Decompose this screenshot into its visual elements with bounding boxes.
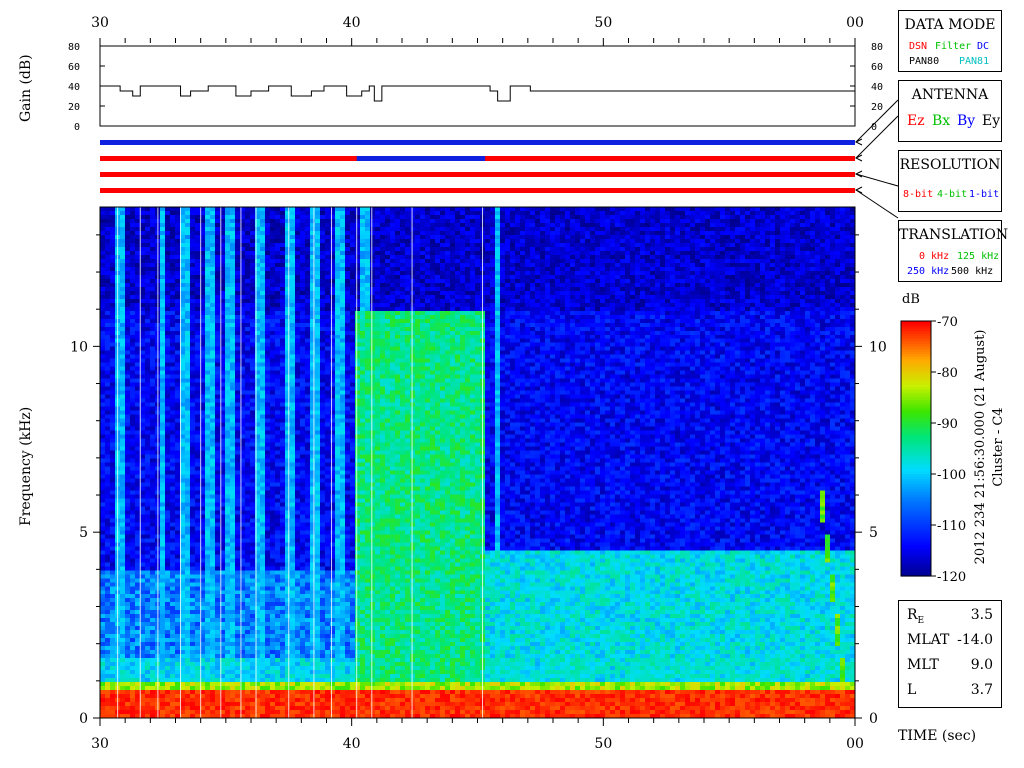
orbit-info-box: RE 3.5 MLAT -14.0 MLT 9.0 L 3.7 xyxy=(898,600,1002,708)
resolution-box: RESOLUTION 8-bit 4-bit 1-bit xyxy=(898,150,1002,212)
bit1-label: 1-bit xyxy=(969,189,1000,200)
spectrogram-image xyxy=(100,207,855,718)
freq-tick-label-right: 5 xyxy=(869,525,878,541)
spectrogram-panel: 0 05 510 1030 40 50 00 xyxy=(70,206,887,752)
legend-connector xyxy=(855,189,899,219)
l-label: L xyxy=(907,682,917,698)
freq-tick-label-right: 10 xyxy=(869,339,887,355)
dc-label: DC xyxy=(977,41,990,52)
pan81-label: PAN81 xyxy=(959,56,990,67)
antenna-bar-by-segment xyxy=(356,156,486,161)
gain-panel: 0 020 2040 4060 6080 80 xyxy=(68,42,883,133)
gain-tick-label-right: 60 xyxy=(871,62,883,73)
freq-tick-label-left: 5 xyxy=(79,525,88,541)
translation-bar xyxy=(100,188,855,193)
gain-ylabel: Gain (dB) xyxy=(18,54,34,122)
colorbar-tick-label: -90 xyxy=(937,417,958,432)
mlat-row: MLAT -14.0 xyxy=(907,632,993,652)
legend-connector-arrow xyxy=(854,154,863,162)
gain-tick-label-right: 40 xyxy=(871,82,883,93)
mlt-value: 9.0 xyxy=(970,657,993,673)
pan80-label: PAN80 xyxy=(909,56,940,67)
data-mode-bar xyxy=(100,140,855,145)
gain-tick-label-right: 20 xyxy=(871,102,883,113)
colorbar-tick-label: -80 xyxy=(937,366,958,381)
gain-tick-label-left: 40 xyxy=(68,82,80,93)
legend-connector-arrow xyxy=(854,138,863,146)
time-tick-label-top: 50 xyxy=(594,15,612,31)
data-mode-title: DATA MODE xyxy=(904,17,996,33)
time-tick-label-bottom: 50 xyxy=(594,736,612,752)
translation-title: TRANSLATION xyxy=(899,227,1009,243)
legend-connector-arrow xyxy=(854,170,863,178)
time-tick-label-bottom: 30 xyxy=(91,736,109,752)
caption-date: 2012 234 21:56:30.000 (21 August) xyxy=(973,329,988,565)
re-row: RE 3.5 xyxy=(907,607,993,627)
gain-tick-label-left: 20 xyxy=(68,102,80,113)
legend-connector xyxy=(855,173,899,187)
colorbar-unit: dB xyxy=(902,292,920,307)
k250-label: 250 kHz xyxy=(907,266,950,277)
mlat-label: MLAT xyxy=(907,632,950,648)
antenna-title: ANTENNA xyxy=(911,87,989,103)
time-tick-label-bottom: 40 xyxy=(343,736,361,752)
mlat-value: -14.0 xyxy=(957,632,993,648)
colorbar-tick-label: -110 xyxy=(937,519,966,534)
translation-box: TRANSLATION 0 kHz 125 kHz 250 kHz 500 kH… xyxy=(898,220,1009,282)
gain-tick-label-left: 80 xyxy=(68,42,80,53)
caption-spacecraft: Cluster - C4 xyxy=(991,407,1006,487)
ey-label: Ey xyxy=(982,113,1001,129)
resolution-bar xyxy=(100,172,855,177)
re-value: 3.5 xyxy=(970,607,993,623)
antenna-box: ANTENNA Ez Bx By Ey xyxy=(898,80,1002,142)
colorbar: -70 -80 -90 -100 -110 -120 xyxy=(900,315,966,585)
bx-label: Bx xyxy=(932,113,951,129)
by-label: By xyxy=(957,113,976,129)
gain-tick-label-left: 0 xyxy=(74,122,80,133)
frequency-ylabel: Frequency (kHz) xyxy=(18,406,34,526)
dsn-label: DSN xyxy=(909,41,928,52)
freq-tick-label-left: 10 xyxy=(70,339,88,355)
re-label: RE xyxy=(907,607,925,626)
caption: 2012 234 21:56:30.000 (21 August) Cluste… xyxy=(972,322,1008,572)
bit8-label: 8-bit xyxy=(903,189,934,200)
l-row: L 3.7 xyxy=(907,682,993,702)
l-value: 3.7 xyxy=(970,682,993,698)
freq-tick-label-left: 0 xyxy=(79,711,88,727)
k500-label: 500 kHz xyxy=(951,266,994,277)
gain-tick-label-left: 60 xyxy=(68,62,80,73)
time-tick-label-bottom: 00 xyxy=(846,736,864,752)
freq-tick-label-right: 0 xyxy=(869,711,878,727)
time-tick-label-top: 30 xyxy=(91,15,109,31)
colorbar-tick-label: -120 xyxy=(937,570,966,585)
mlt-row: MLT 9.0 xyxy=(907,657,993,677)
ez-label: Ez xyxy=(907,113,925,129)
gain-tick-label-right: 80 xyxy=(871,42,883,53)
colorbar-tick-label: -70 xyxy=(937,315,958,330)
resolution-title: RESOLUTION xyxy=(899,157,1001,173)
k125-label: 125 kHz xyxy=(957,251,1000,262)
bit4-label: 4-bit xyxy=(937,189,968,200)
filter-label: Filter xyxy=(935,41,972,52)
data-mode-box: DATA MODE DSN Filter DC PAN80 PAN81 xyxy=(898,10,1002,72)
mlt-label: MLT xyxy=(907,657,939,673)
plot-canvas: 0 05 510 1030 40 50 0030 40 50 000 020 2040 4060 6080… xyxy=(68,15,966,752)
colorbar-tick-label: -100 xyxy=(937,468,966,483)
k0-label: 0 kHz xyxy=(919,251,950,262)
time-tick-label-top: 40 xyxy=(343,15,361,31)
time-tick-label-top: 00 xyxy=(846,15,864,31)
time-axis-label: TIME (sec) xyxy=(898,728,977,744)
